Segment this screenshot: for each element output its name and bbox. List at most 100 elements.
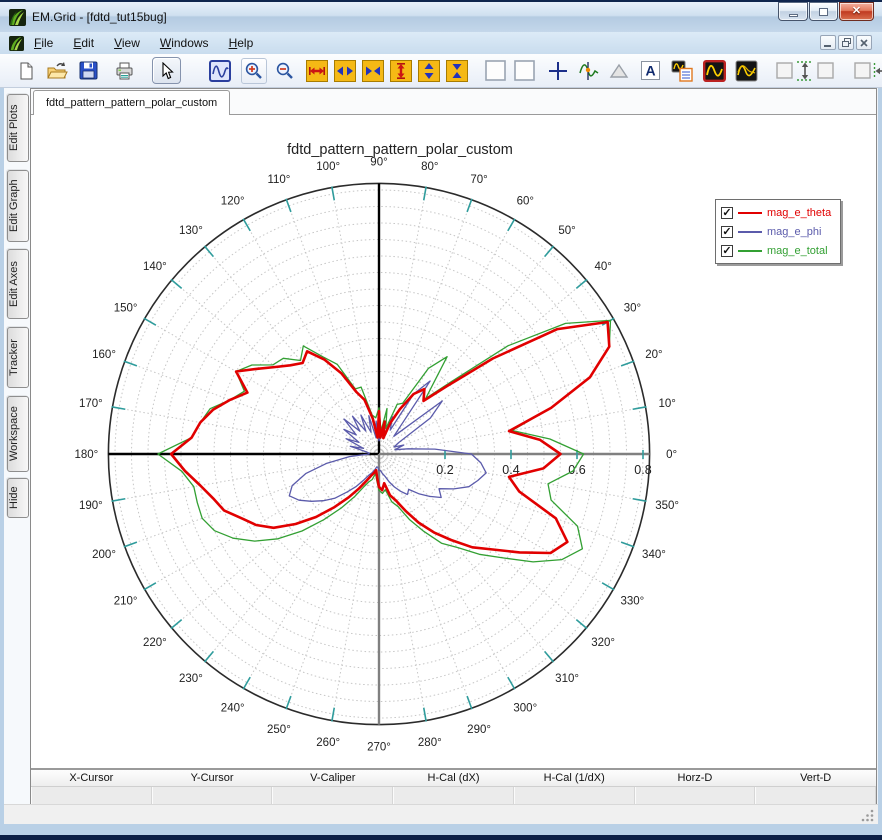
svg-text:320°: 320° (591, 637, 615, 649)
svg-text:80°: 80° (421, 161, 438, 173)
text-label-button[interactable]: A (638, 59, 662, 83)
fit-plot-icon (209, 59, 231, 82)
sidebar-tab-tracker[interactable]: Tracker (7, 327, 29, 388)
minimize-button[interactable] (778, 2, 808, 21)
close-button[interactable]: ✕ (839, 2, 874, 21)
new-document-icon (20, 62, 33, 79)
legend-box[interactable]: ✓ mag_e_theta ✓ mag_e_phi ✓ mag_e_total (715, 199, 841, 264)
readout-value-cell (151, 787, 273, 804)
readout-value-cell (272, 787, 394, 804)
document-tab[interactable]: fdtd_pattern_pattern_polar_custom (33, 90, 231, 115)
split-vertical-button[interactable] (417, 59, 441, 83)
pointer-tool-button[interactable] (152, 57, 181, 84)
menu-help[interactable]: Help (221, 34, 262, 52)
sidebar-tab-edit-axes[interactable]: Edit Axes (7, 249, 29, 319)
graph-multi-icon (735, 60, 757, 81)
minimize-icon (788, 14, 798, 17)
pointer-cursor-icon (161, 61, 174, 79)
document-icon (9, 35, 24, 51)
legend-line-sample (738, 211, 762, 214)
save-button[interactable] (76, 59, 100, 83)
menu-file[interactable]: File (26, 34, 61, 52)
fit-height-button[interactable] (776, 59, 834, 83)
svg-text:20°: 20° (645, 349, 662, 361)
fit-plot-button[interactable] (208, 59, 232, 83)
frame-box-button-1[interactable] (483, 59, 507, 83)
status-bar (4, 804, 878, 824)
svg-text:280°: 280° (418, 737, 442, 749)
print-button[interactable] (112, 59, 136, 83)
expand-horizontal-button[interactable] (305, 59, 329, 83)
split-horizontal-icon (334, 59, 356, 82)
expand-vertical-button[interactable] (389, 59, 413, 83)
sidebar-tab-hide[interactable]: Hide (7, 478, 29, 518)
svg-text:220°: 220° (143, 637, 167, 649)
close-icon: ✕ (851, 5, 862, 17)
svg-text:50°: 50° (558, 225, 575, 237)
mdi-minimize-button[interactable] (820, 35, 836, 50)
mdi-close-icon (860, 38, 868, 47)
new-document-button[interactable] (14, 59, 38, 83)
text-label-icon: A (640, 61, 660, 80)
readout-value-cell (755, 787, 877, 804)
sidebar-tab-edit-plots[interactable]: Edit Plots (7, 94, 29, 162)
plot-canvas[interactable]: 0.2 0.4 0.6 0.8 0° 10° 20° 30° 40° 50° 60° 70° 80° 90… (31, 116, 876, 768)
print-icon (116, 62, 132, 79)
mdi-restore-icon (841, 38, 851, 47)
collapse-horizontal-button[interactable] (361, 59, 385, 83)
zoom-out-button[interactable] (273, 59, 297, 83)
maximize-button[interactable] (809, 2, 838, 21)
frame-box-button-2[interactable] (512, 59, 536, 83)
svg-text:170°: 170° (79, 398, 103, 410)
split-horizontal-button[interactable] (333, 59, 357, 83)
zoom-in-icon (245, 62, 262, 79)
mdi-restore-button[interactable] (838, 35, 854, 50)
save-icon (79, 61, 97, 80)
svg-text:0.8: 0.8 (634, 463, 651, 477)
menu-windows[interactable]: Windows (152, 34, 217, 52)
svg-text:150°: 150° (114, 303, 138, 315)
menu-view[interactable]: View (106, 34, 148, 52)
sidebar-tab-edit-graph[interactable]: Edit Graph (7, 170, 29, 242)
svg-text:190°: 190° (79, 500, 103, 512)
legend-checkbox-theta[interactable]: ✓ (721, 206, 733, 219)
zoom-in-button[interactable] (241, 57, 267, 84)
menu-edit[interactable]: Edit (65, 34, 102, 52)
readout-value-cell (31, 787, 152, 804)
graph-multi-button[interactable] (734, 59, 758, 83)
restore-icon (819, 7, 828, 16)
readout-header-v-caliper: V-Caliper (310, 772, 356, 784)
resize-grip[interactable] (861, 808, 875, 822)
svg-text:180°: 180° (75, 449, 99, 461)
legend-checkbox-phi[interactable]: ✓ (721, 225, 733, 238)
title-bar[interactable]: EM.Grid - [fdtd_tut15bug] ✕ (0, 2, 882, 32)
crosshair-button[interactable] (546, 59, 570, 83)
svg-text:fdtd_pattern_pattern_polar_cus: fdtd_pattern_pattern_polar_custom (287, 142, 513, 158)
open-file-button[interactable] (45, 59, 69, 83)
triangle-button[interactable] (607, 59, 631, 83)
graph-single-icon (702, 59, 726, 82)
legend-button[interactable] (670, 59, 694, 83)
readout-header-y-cursor: Y-Cursor (190, 772, 234, 784)
svg-text:270°: 270° (367, 742, 391, 754)
sidebar-tab-workspace[interactable]: Workspace (7, 396, 29, 472)
readout-header-vert-d: Vert-D (800, 772, 832, 784)
legend-item: ✓ mag_e_phi (721, 222, 835, 241)
graph-single-button[interactable] (702, 59, 726, 83)
svg-text:340°: 340° (642, 549, 666, 561)
fit-width-button[interactable] (854, 59, 882, 83)
svg-text:260°: 260° (316, 737, 340, 749)
document-tab-bar: fdtd_pattern_pattern_polar_custom (31, 89, 876, 115)
collapse-vertical-button[interactable] (445, 59, 469, 83)
legend-checkbox-total[interactable]: ✓ (721, 244, 733, 257)
mdi-close-button[interactable] (856, 35, 872, 50)
readout-header-horz-d: Horz-D (677, 772, 713, 784)
tracker-button[interactable] (577, 59, 601, 83)
svg-text:10°: 10° (658, 398, 675, 410)
triangle-icon (609, 63, 629, 78)
readout-header-hcal-1dx: H-Cal (1/dX) (543, 772, 605, 784)
readout-bar: X-Cursor Y-Cursor V-Caliper H-Cal (dX) H… (31, 768, 877, 804)
legend-label: mag_e_total (767, 244, 828, 257)
zoom-out-icon (276, 62, 293, 79)
legend-item: ✓ mag_e_theta (721, 203, 835, 222)
